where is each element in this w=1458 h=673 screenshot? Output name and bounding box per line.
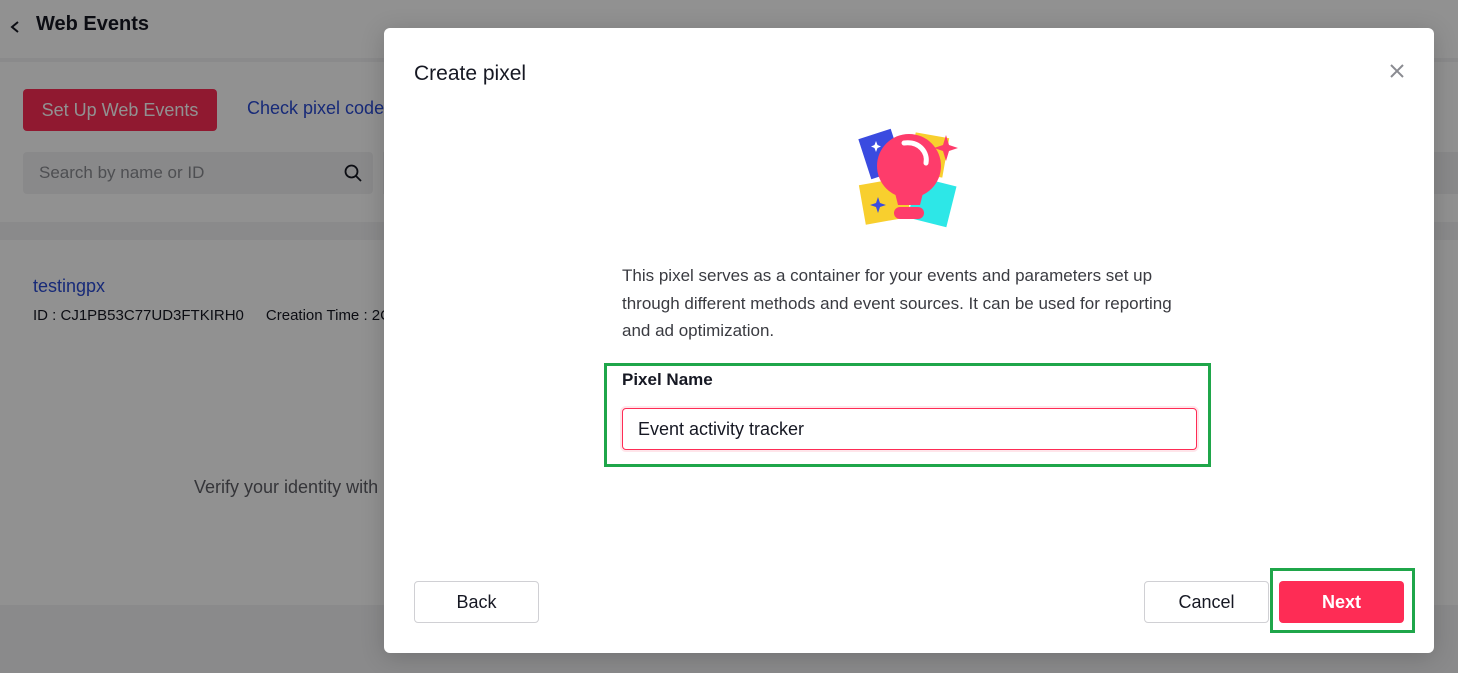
back-button[interactable]: Back bbox=[414, 581, 539, 623]
lightbulb-illustration-icon bbox=[858, 128, 958, 228]
close-icon[interactable] bbox=[1386, 60, 1408, 82]
cancel-button[interactable]: Cancel bbox=[1144, 581, 1269, 623]
modal-description: This pixel serves as a container for you… bbox=[622, 266, 1172, 340]
modal-title: Create pixel bbox=[414, 62, 527, 85]
create-pixel-modal: Create pixel This pixel serves as a cont… bbox=[384, 28, 1434, 653]
pixel-name-input[interactable] bbox=[622, 408, 1197, 450]
pixel-name-label: Pixel Name bbox=[622, 370, 713, 389]
next-button[interactable]: Next bbox=[1279, 581, 1404, 623]
